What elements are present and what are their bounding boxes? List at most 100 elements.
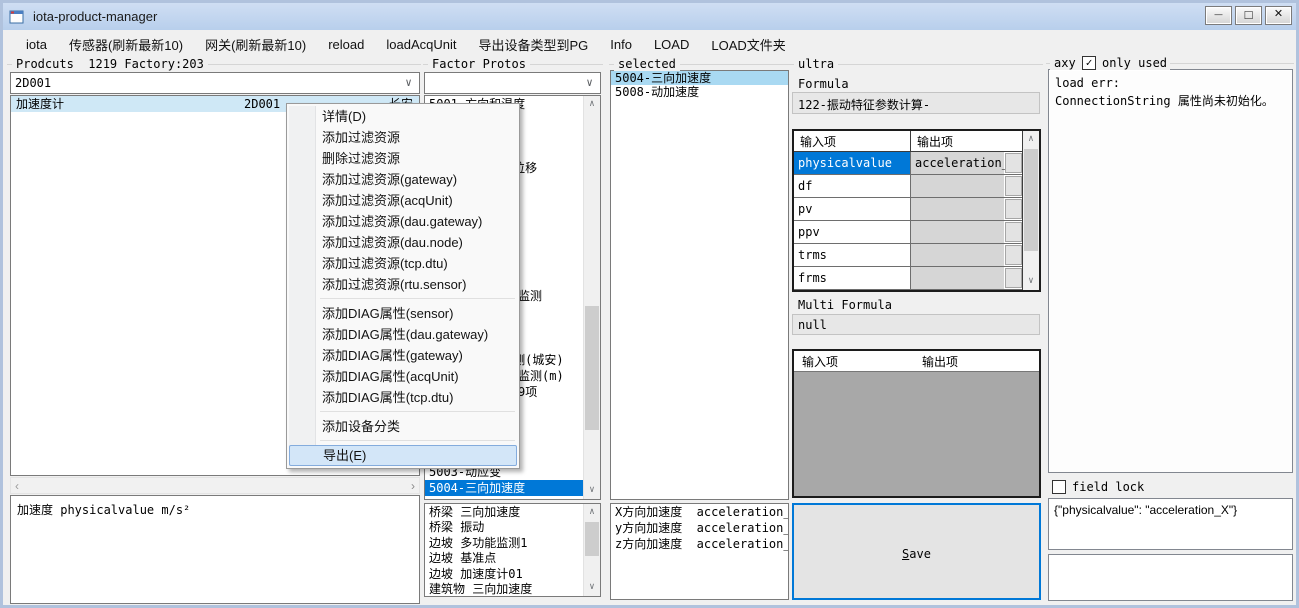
list-item[interactable]: z方向加速度 acceleration_Z g [611, 536, 788, 552]
grid-cell-input[interactable]: frms [794, 267, 911, 289]
io-grid-scrollbar[interactable]: ∧ ∨ [1022, 131, 1039, 290]
menu-item[interactable]: LOAD [643, 33, 700, 56]
scrollbar-thumb[interactable] [585, 522, 599, 556]
factor-combo[interactable]: ∨ [424, 72, 601, 94]
context-menu-item[interactable] [289, 437, 517, 445]
factor-usage-scrollbar[interactable]: ∧ ∨ [583, 504, 600, 596]
formula-field[interactable]: 122-振动特征参数计算- [792, 92, 1040, 114]
dropdown-button[interactable] [1005, 245, 1022, 265]
menu-item[interactable]: 网关(刷新最新10) [194, 31, 317, 58]
product-detail-box[interactable]: 加速度 physicalvalue m/s² [10, 495, 420, 604]
list-item[interactable]: 边坡 加速度计01 [425, 567, 583, 582]
context-menu-item[interactable]: 添加过滤资源(gateway) [289, 169, 517, 190]
grid-row[interactable]: ppv [794, 221, 1022, 244]
context-menu-item[interactable]: 详情(D) [289, 106, 517, 127]
grid-cell-input[interactable]: ppv [794, 221, 911, 243]
mapping-json-field[interactable]: {"physicalvalue": "acceleration_X"} [1048, 498, 1293, 550]
menu-item[interactable]: 传感器(刷新最新10) [58, 31, 194, 58]
load-error-box[interactable]: load err: ConnectionString 属性尚未初始化。 [1048, 69, 1293, 473]
grid-cell-input[interactable]: trms [794, 244, 911, 266]
scroll-up-icon[interactable]: ∧ [584, 96, 600, 113]
close-button[interactable]: ✕ [1265, 6, 1292, 25]
context-menu-item[interactable]: 添加DIAG属性(dau.gateway) [289, 324, 517, 345]
grid-row[interactable]: physicalvalue acceleration_X [794, 152, 1022, 175]
context-menu-item[interactable] [289, 295, 517, 303]
scrollbar-thumb[interactable] [1024, 149, 1038, 251]
field-lock-option[interactable]: field lock [1052, 479, 1144, 494]
selected-channels-list[interactable]: X方向加速度 acceleration_X gy方向加速度 accelerati… [610, 503, 789, 600]
context-menu-item[interactable]: 添加过滤资源(dau.gateway) [289, 211, 517, 232]
menu-item[interactable]: Info [599, 33, 643, 56]
context-menu-item[interactable]: 添加过滤资源(rtu.sensor) [289, 274, 517, 295]
grid-cell-output-combo[interactable] [911, 198, 1004, 220]
chevron-down-icon[interactable]: ∨ [400, 75, 417, 91]
factor-list-scrollbar[interactable]: ∧ ∨ [583, 96, 600, 499]
list-item[interactable]: 边坡 基准点 [425, 551, 583, 566]
menu-item[interactable]: LOAD文件夹 [700, 31, 796, 58]
context-menu-item[interactable]: 添加过滤资源(acqUnit) [289, 190, 517, 211]
scroll-down-icon[interactable]: ∨ [1023, 273, 1039, 290]
minimize-button[interactable]: — [1205, 6, 1232, 25]
grid-cell-output-combo[interactable]: acceleration_X [911, 152, 1004, 174]
menu-item[interactable]: loadAcqUnit [375, 33, 467, 56]
grid-cell-output-combo[interactable] [911, 175, 1004, 197]
grid-row[interactable]: trms [794, 244, 1022, 267]
grid-cell-output-combo[interactable] [911, 267, 1004, 289]
factor-usage-list[interactable]: 桥梁 三向加速度桥梁 振动边坡 多功能监测1边坡 基准点边坡 加速度计01建筑物… [424, 503, 601, 597]
only-used-checkbox[interactable]: ✓ [1082, 56, 1096, 70]
list-item[interactable]: 建筑物 三向加速度 [425, 582, 583, 597]
menu-item[interactable]: iota [15, 33, 58, 56]
title-bar[interactable]: iota-product-manager — □ ✕ [3, 3, 1296, 30]
selected-list[interactable]: 5004-三向加速度5008-动加速度 [610, 70, 789, 500]
scroll-left-icon[interactable]: ‹ [15, 479, 19, 493]
context-menu-item[interactable]: 添加过滤资源(tcp.dtu) [289, 253, 517, 274]
dropdown-button[interactable] [1005, 199, 1022, 219]
save-button[interactable]: Save [792, 503, 1041, 600]
menu-item[interactable]: reload [317, 33, 375, 56]
menu-item[interactable]: 导出设备类型到PG [467, 31, 599, 58]
list-item[interactable]: y方向加速度 acceleration_Y g [611, 520, 788, 536]
maximize-button[interactable]: □ [1235, 6, 1262, 25]
grid-cell-output-combo[interactable] [911, 244, 1004, 266]
only-used-option[interactable]: ✓only used [1079, 55, 1170, 70]
list-item[interactable]: 桥梁 三向加速度 [425, 505, 583, 520]
context-menu-item[interactable]: 导出(E) [289, 445, 517, 466]
context-menu-item[interactable]: 添加设备分类 [289, 416, 517, 437]
grid-cell-input[interactable]: pv [794, 198, 911, 220]
grid-row[interactable]: pv [794, 198, 1022, 221]
io-grid-empty[interactable]: 输入项 输出项 [792, 349, 1041, 498]
products-hscrollbar[interactable]: ‹ › [10, 477, 420, 494]
field-lock-checkbox[interactable] [1052, 480, 1066, 494]
grid-cell-input[interactable]: df [794, 175, 911, 197]
context-menu-item[interactable]: 添加DIAG属性(sensor) [289, 303, 517, 324]
context-menu-item[interactable]: 删除过滤资源 [289, 148, 517, 169]
grid-row[interactable]: df [794, 175, 1022, 198]
context-menu-item[interactable]: 添加DIAG属性(tcp.dtu) [289, 387, 517, 408]
list-item[interactable]: 5004-三向加速度 [611, 71, 788, 85]
dropdown-button[interactable] [1005, 268, 1022, 288]
list-item[interactable]: 5004-三向加速度 [425, 480, 583, 496]
context-menu-item[interactable] [289, 408, 517, 416]
scrollbar-thumb[interactable] [585, 306, 599, 431]
chevron-down-icon[interactable]: ∨ [581, 75, 598, 91]
context-menu-item[interactable]: 添加DIAG属性(gateway) [289, 345, 517, 366]
dropdown-button[interactable] [1005, 222, 1022, 242]
scroll-down-icon[interactable]: ∨ [584, 482, 600, 499]
dropdown-button[interactable] [1005, 176, 1022, 196]
products-combo[interactable]: 2D001 ∨ [10, 72, 420, 94]
grid-cell-input[interactable]: physicalvalue [794, 152, 911, 174]
dropdown-button[interactable] [1005, 153, 1022, 173]
scroll-right-icon[interactable]: › [411, 479, 415, 493]
list-item[interactable]: 边坡 多功能监测1 [425, 536, 583, 551]
multi-formula-field[interactable]: null [792, 314, 1040, 335]
list-item[interactable]: 桥梁 振动 [425, 520, 583, 535]
empty-field[interactable] [1048, 554, 1293, 601]
context-menu-item[interactable]: 添加过滤资源(dau.node) [289, 232, 517, 253]
context-menu-item[interactable]: 添加DIAG属性(acqUnit) [289, 366, 517, 387]
grid-cell-output-combo[interactable] [911, 221, 1004, 243]
list-item[interactable]: 5008-动加速度 [611, 85, 788, 99]
scroll-up-icon[interactable]: ∧ [584, 504, 600, 521]
context-menu-item[interactable]: 添加过滤资源 [289, 127, 517, 148]
scroll-up-icon[interactable]: ∧ [1023, 131, 1039, 148]
grid-row[interactable]: frms [794, 267, 1022, 290]
